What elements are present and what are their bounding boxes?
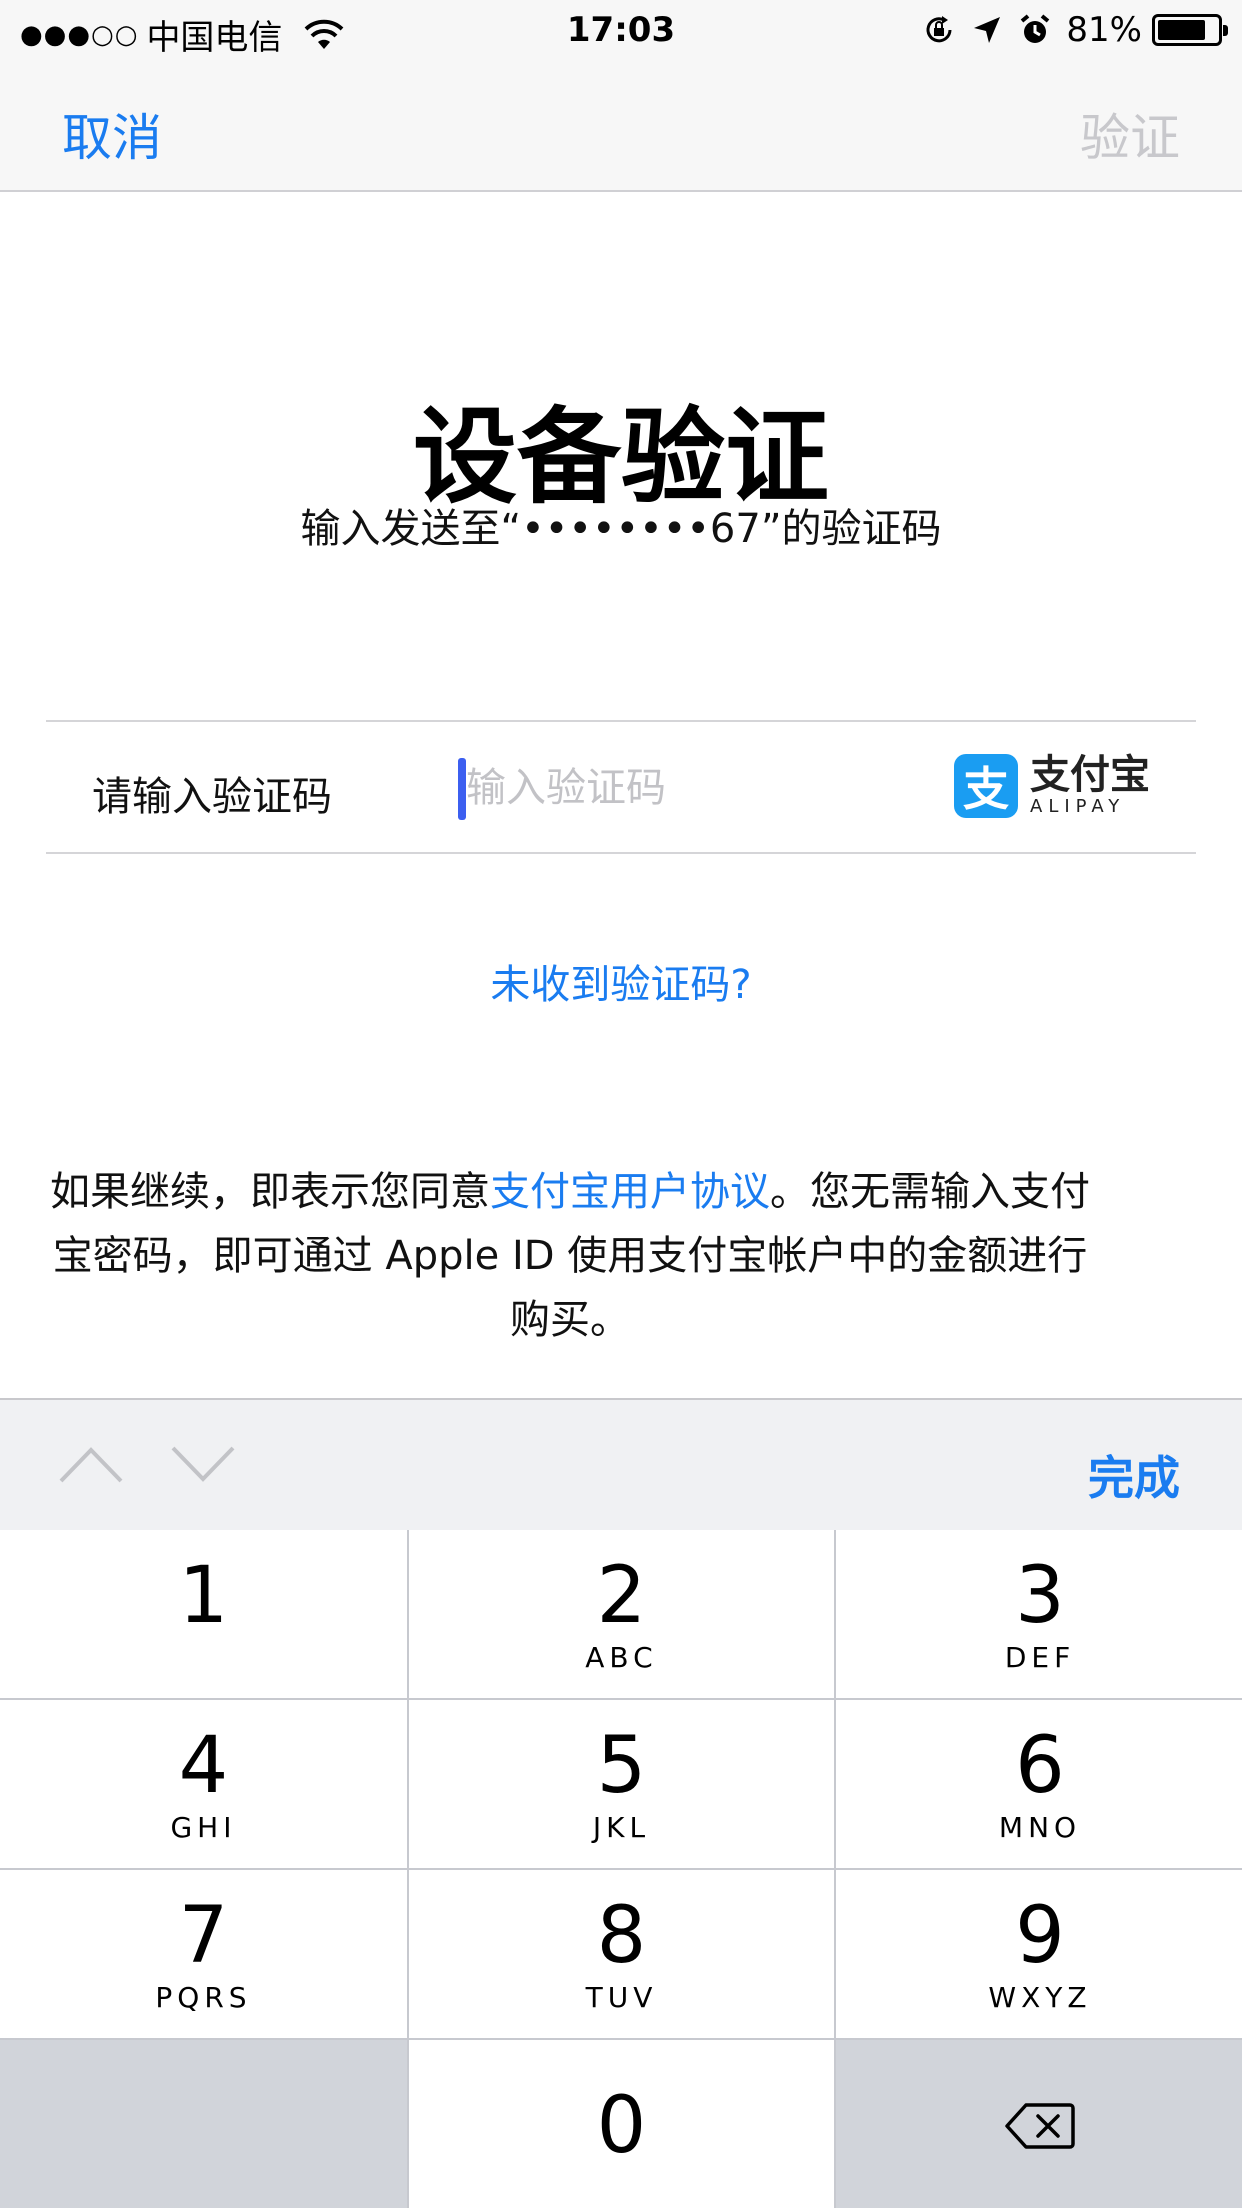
navigation-bar: 取消 验证 bbox=[0, 62, 1242, 192]
key-letters: DEF bbox=[1004, 1641, 1076, 1674]
key-letters: WXYZ bbox=[988, 1981, 1092, 2014]
key-1[interactable]: 1 bbox=[0, 1530, 407, 1698]
key-letters: TUV bbox=[585, 1981, 658, 2014]
key-digit: 2 bbox=[596, 1551, 647, 1641]
key-digit: 8 bbox=[596, 1891, 647, 1981]
key-digit: 7 bbox=[178, 1891, 229, 1981]
key-digit: 4 bbox=[178, 1721, 229, 1811]
verification-code-label: 请输入验证码 bbox=[92, 774, 332, 820]
key-2[interactable]: 2 ABC bbox=[409, 1530, 834, 1698]
key-9[interactable]: 9 WXYZ bbox=[836, 1870, 1242, 2038]
key-letters: JKL bbox=[592, 1811, 651, 1844]
delete-backspace-icon bbox=[1005, 2103, 1075, 2149]
key-blank bbox=[0, 2040, 407, 2208]
key-6[interactable]: 6 MNO bbox=[836, 1700, 1242, 1868]
key-digit: 6 bbox=[1015, 1721, 1065, 1811]
battery-icon bbox=[1152, 14, 1228, 46]
key-letters: MNO bbox=[998, 1811, 1082, 1844]
agreement-prefix: 如果继续，即表示您同意 bbox=[50, 1169, 490, 1215]
key-7[interactable]: 7 PQRS bbox=[0, 1870, 407, 2038]
alipay-logo: 支 支付宝 ALIPAY bbox=[954, 754, 1150, 818]
orientation-lock-icon bbox=[926, 16, 952, 43]
verification-code-row: 请输入验证码 支 支付宝 ALIPAY bbox=[46, 720, 1196, 854]
key-4[interactable]: 4 GHI bbox=[0, 1700, 407, 1868]
key-3[interactable]: 3 DEF bbox=[836, 1530, 1242, 1698]
numeric-keypad: 1 2 ABC 3 DEF 4 GHI 5 JKL 6 MNO 7 PQRS 8… bbox=[0, 1530, 1242, 2208]
status-right: 81% bbox=[922, 10, 1228, 50]
chevron-down-icon[interactable] bbox=[170, 1444, 236, 1484]
key-8[interactable]: 8 TUV bbox=[409, 1870, 834, 2038]
alarm-icon bbox=[1021, 14, 1050, 43]
done-button[interactable]: 完成 bbox=[1088, 1442, 1180, 1508]
key-letters: GHI bbox=[170, 1811, 237, 1844]
delete-key[interactable] bbox=[836, 2040, 1242, 2208]
key-digit: 0 bbox=[596, 2081, 647, 2171]
alipay-user-agreement-link[interactable]: 支付宝用户协议 bbox=[490, 1169, 770, 1215]
battery-fill bbox=[1158, 20, 1205, 40]
alipay-icon: 支 bbox=[954, 754, 1018, 818]
alipay-name-en: ALIPAY bbox=[1030, 796, 1126, 817]
key-5[interactable]: 5 JKL bbox=[409, 1700, 834, 1868]
key-digit: 3 bbox=[1015, 1551, 1065, 1641]
key-letters: PQRS bbox=[155, 1981, 252, 2014]
chevron-up-icon[interactable] bbox=[58, 1444, 124, 1484]
battery-cap bbox=[1223, 25, 1228, 36]
resend-code-link[interactable]: 未收到验证码? bbox=[0, 952, 1242, 1010]
verification-code-input[interactable] bbox=[466, 752, 896, 824]
battery-percent: 81% bbox=[1066, 10, 1142, 50]
status-bar: ●●●○○ 中国电信 17:03 81% bbox=[0, 0, 1242, 62]
agreement-text: 如果继续，即表示您同意支付宝用户协议。您无需输入支付宝密码，即可通过 Apple… bbox=[50, 1160, 1090, 1352]
alipay-name: 支付宝 bbox=[1030, 752, 1150, 798]
key-0[interactable]: 0 bbox=[409, 2040, 834, 2208]
verify-button[interactable]: 验证 bbox=[1080, 98, 1180, 170]
key-digit: 5 bbox=[596, 1721, 647, 1811]
key-digit: 1 bbox=[178, 1551, 229, 1641]
alipay-wordmark: 支付宝 ALIPAY bbox=[1030, 754, 1150, 818]
text-cursor bbox=[458, 758, 466, 820]
key-letters: ABC bbox=[585, 1641, 658, 1674]
location-arrow-icon bbox=[974, 17, 1001, 43]
key-digit: 9 bbox=[1015, 1891, 1065, 1981]
keyboard-accessory-bar: 完成 bbox=[0, 1398, 1242, 1530]
page-subtitle: 输入发送至“••••••••67”的验证码 bbox=[300, 506, 942, 552]
cancel-button[interactable]: 取消 bbox=[62, 98, 162, 170]
